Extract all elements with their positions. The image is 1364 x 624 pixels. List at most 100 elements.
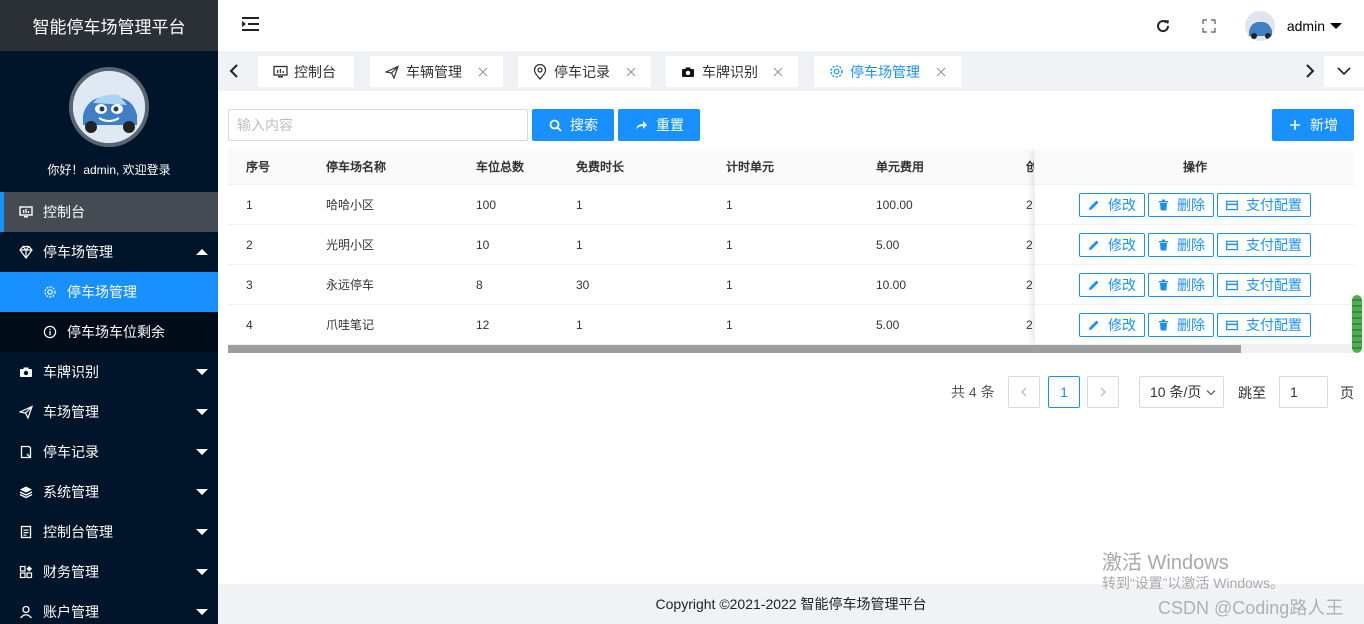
chevron-left-icon[interactable] <box>222 59 246 83</box>
sidebar: 智能停车场管理平台 你好！admin, 欢迎登录 控制台 停车场管理 停车场管理… <box>0 0 218 624</box>
pay-config-label: 支付配置 <box>1246 277 1302 293</box>
chevron-down-icon <box>1337 64 1351 79</box>
close-icon[interactable] <box>772 65 784 77</box>
grid-icon <box>18 564 34 580</box>
menu-item-account-mgmt[interactable]: 账户管理 <box>0 592 218 624</box>
parking-lot-table: 序号 停车场名称 车位总数 免费时长 计时单元 单元费用 创 1 哈哈小区 10… <box>228 149 1354 353</box>
menu-item-console-mgmt[interactable]: 控制台管理 <box>0 512 218 552</box>
username[interactable]: admin <box>1287 18 1325 34</box>
cell-created: 2 <box>1026 198 1033 212</box>
copyright-text: Copyright ©2021-2022 智能停车场管理平台 <box>655 596 927 612</box>
pay-config-button[interactable]: 支付配置 <box>1217 233 1311 257</box>
col-fee: 单元费用 <box>876 160 925 174</box>
caret-down-icon <box>196 569 208 575</box>
add-button[interactable]: 新增 <box>1272 109 1354 141</box>
col-free: 免费时长 <box>576 160 625 174</box>
caret-up-icon <box>196 249 208 255</box>
search-button-label: 搜索 <box>570 117 598 133</box>
edit-button[interactable]: 修改 <box>1079 273 1145 297</box>
caret-down-icon[interactable] <box>1330 22 1342 29</box>
jump-input[interactable] <box>1279 376 1328 408</box>
search-button[interactable]: 搜索 <box>532 109 614 141</box>
menu-item-parking-records[interactable]: 停车记录 <box>0 432 218 472</box>
edit-button[interactable]: 修改 <box>1079 233 1145 257</box>
caret-down-icon <box>196 489 208 495</box>
menu-item-finance-mgmt[interactable]: 财务管理 <box>0 552 218 592</box>
scrollbar-thumb[interactable] <box>228 345 1241 353</box>
windows-activation-subtitle: 转到“设置”以激活 Windows。 <box>1102 575 1285 591</box>
cell-seq: 4 <box>246 318 253 332</box>
tabs-dropdown-button[interactable] <box>1324 56 1364 87</box>
menu-label-dashboard: 控制台 <box>43 204 85 220</box>
tab-dashboard[interactable]: 控制台 <box>258 56 354 87</box>
header-actions: admin <box>1153 0 1364 51</box>
pay-config-label: 支付配置 <box>1246 197 1302 213</box>
pay-config-button[interactable]: 支付配置 <box>1217 313 1311 337</box>
edit-label: 修改 <box>1108 197 1136 213</box>
menu-item-lot-mgmt[interactable]: 车场管理 <box>0 392 218 432</box>
tab-parking-records[interactable]: 停车记录 <box>518 56 651 87</box>
menu-label-parking-records: 停车记录 <box>43 444 99 460</box>
tab-plate-recognition[interactable]: 车牌识别 <box>666 56 798 87</box>
delete-button[interactable]: 删除 <box>1148 233 1214 257</box>
menu-item-parking-mgmt-sub[interactable]: 停车场管理 <box>0 272 218 312</box>
close-icon[interactable] <box>477 65 489 77</box>
page-number-button[interactable]: 1 <box>1048 376 1080 408</box>
menu-item-system-mgmt[interactable]: 系统管理 <box>0 472 218 512</box>
table-horizontal-scrollbar[interactable] <box>228 345 1354 353</box>
next-page-button[interactable] <box>1087 376 1119 408</box>
cell-free: 1 <box>576 238 583 252</box>
send-icon <box>18 404 34 420</box>
page-unit-label: 页 <box>1340 385 1354 401</box>
vertical-scrollbar[interactable] <box>1352 295 1362 353</box>
prev-page-button[interactable] <box>1008 376 1040 408</box>
pay-config-button[interactable]: 支付配置 <box>1217 193 1311 217</box>
menu-fold-icon[interactable] <box>242 16 260 35</box>
info-icon <box>42 324 58 340</box>
fullscreen-icon[interactable] <box>1199 16 1219 36</box>
tab-vehicle-mgmt[interactable]: 车辆管理 <box>370 56 503 87</box>
cell-total: 100 <box>476 198 497 212</box>
actions-row: 修改 删除 支付配置 <box>1035 225 1354 265</box>
cell-seq: 2 <box>246 238 253 252</box>
tab-parking-mgmt[interactable]: 停车场管理 <box>814 56 961 87</box>
edit-button[interactable]: 修改 <box>1079 193 1145 217</box>
chevron-right-icon[interactable] <box>1298 59 1322 83</box>
delete-button[interactable]: 删除 <box>1148 273 1214 297</box>
close-icon[interactable] <box>935 65 947 77</box>
refresh-icon[interactable] <box>1153 16 1173 36</box>
top-header: admin <box>218 0 1364 51</box>
credit-card-icon <box>1226 319 1238 331</box>
delete-label: 删除 <box>1177 317 1205 333</box>
actions-column: 操作 修改 删除 支付配置 修改 删除 支付配置 修改 删除 支付配置 修改 删… <box>1034 149 1354 345</box>
delete-button[interactable]: 删除 <box>1148 193 1214 217</box>
share-icon <box>634 118 648 132</box>
page-size-select[interactable]: 10 条/页 <box>1139 376 1224 408</box>
send-icon <box>384 64 400 80</box>
cell-fee: 5.00 <box>876 238 900 252</box>
camera-icon <box>18 364 34 380</box>
pay-config-label: 支付配置 <box>1246 317 1302 333</box>
trash-icon <box>1157 199 1169 211</box>
csdn-watermark: CSDN @Coding路人王 <box>1158 598 1344 618</box>
cell-unit: 1 <box>726 318 733 332</box>
clipboard-icon <box>18 524 34 540</box>
monitor-icon <box>272 64 288 80</box>
search-input[interactable] <box>228 109 528 141</box>
delete-label: 删除 <box>1177 197 1205 213</box>
reset-button[interactable]: 重置 <box>618 109 700 141</box>
menu-item-parking-remaining[interactable]: 停车场车位剩余 <box>0 312 218 352</box>
menu-label-parking-mgmt-sub: 停车场管理 <box>67 284 137 300</box>
close-icon[interactable] <box>625 65 637 77</box>
menu-item-plate-recognition[interactable]: 车牌识别 <box>0 352 218 392</box>
document-icon <box>18 444 34 460</box>
user-avatar-small[interactable] <box>1244 10 1275 41</box>
menu-item-parking-mgmt[interactable]: 停车场管理 <box>0 232 218 272</box>
tab-label: 停车记录 <box>554 63 610 80</box>
gear-icon <box>828 64 844 80</box>
menu-item-dashboard[interactable]: 控制台 <box>0 192 218 232</box>
delete-button[interactable]: 删除 <box>1148 313 1214 337</box>
cell-seq: 3 <box>246 278 253 292</box>
pay-config-button[interactable]: 支付配置 <box>1217 273 1311 297</box>
edit-button[interactable]: 修改 <box>1079 313 1145 337</box>
